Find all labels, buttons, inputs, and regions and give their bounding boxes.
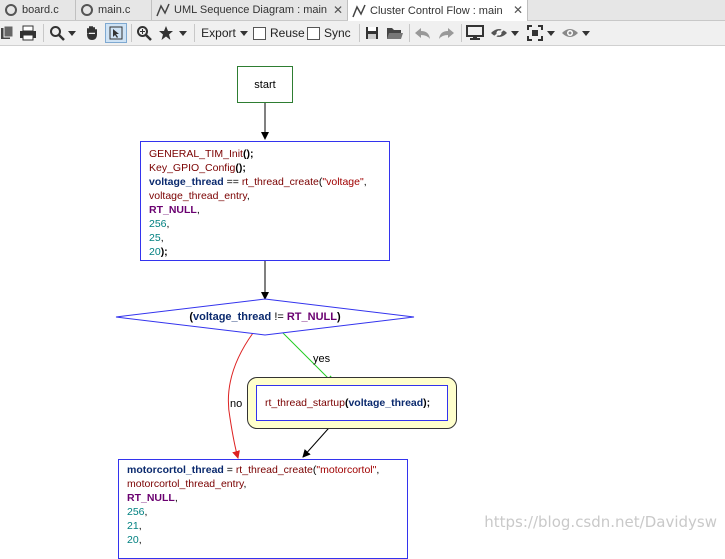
init-block[interactable]: GENERAL_TIM_Init(); Key_GPIO_Config(); v… xyxy=(140,141,390,261)
code-line: motorcortol_thread = rt_thread_create("m… xyxy=(127,464,380,476)
c-file-icon xyxy=(80,3,94,17)
hand-pan-icon[interactable] xyxy=(82,23,102,43)
tab-label: board.c xyxy=(22,4,59,16)
code-line: voltage_thread_entry, xyxy=(149,190,250,202)
hide-icon[interactable] xyxy=(489,23,509,43)
chevron-down-icon[interactable] xyxy=(177,23,189,43)
star-icon[interactable] xyxy=(157,23,175,43)
undo-icon[interactable] xyxy=(413,23,433,43)
startup-statement: rt_thread_startup(voltage_thread); xyxy=(256,385,448,421)
c-file-icon xyxy=(4,3,18,17)
chevron-down-icon[interactable] xyxy=(545,23,557,43)
tab-label: main.c xyxy=(98,4,131,16)
view-eye-icon[interactable] xyxy=(560,23,580,43)
fit-view-icon[interactable] xyxy=(525,23,545,43)
code-line: voltage_thread == rt_thread_create("volt… xyxy=(149,176,367,188)
toolbar-separator xyxy=(131,24,132,42)
flow-diagram-canvas[interactable]: start GENERAL_TIM_Init(); Key_GPIO_Confi… xyxy=(0,46,725,559)
tab-label: Cluster Control Flow : main xyxy=(370,4,503,17)
checkbox-box[interactable] xyxy=(253,26,266,40)
sync-label: Sync xyxy=(324,26,351,40)
close-tab-icon[interactable]: ✕ xyxy=(333,3,343,17)
startup-block[interactable]: rt_thread_startup(voltage_thread); xyxy=(247,377,457,429)
tab-board-c[interactable]: board.c xyxy=(0,0,76,20)
copy-icon[interactable] xyxy=(0,23,14,43)
chevron-down-icon[interactable] xyxy=(580,23,592,43)
code-line: 256, xyxy=(149,218,170,230)
reuse-checkbox[interactable]: Reuse xyxy=(253,23,305,43)
start-node[interactable]: start xyxy=(237,66,293,103)
code-line: 20, xyxy=(127,534,142,546)
no-edge-label: no xyxy=(230,398,243,410)
toolbar-separator xyxy=(461,24,462,42)
checkbox-box[interactable] xyxy=(307,26,320,40)
zoom-icon[interactable] xyxy=(135,23,153,43)
save-icon[interactable] xyxy=(363,23,381,43)
code-line: RT_NULL, xyxy=(149,204,200,216)
reuse-label: Reuse xyxy=(270,26,305,40)
sync-checkbox[interactable]: Sync xyxy=(307,23,355,43)
yes-edge-label: yes xyxy=(313,353,331,365)
code-line: motorcortol_thread_entry, xyxy=(127,478,247,490)
code-line: 20); xyxy=(149,246,168,258)
tab-uml-sequence-diagram[interactable]: UML Sequence Diagram : main ✕ xyxy=(152,0,348,20)
decision-condition: (voltage_thread != RT_NULL) xyxy=(189,311,341,323)
tab-main-c[interactable]: main.c xyxy=(76,0,152,20)
export-label: Export xyxy=(201,26,236,40)
diagram-toolbar: Export Reuse Sync xyxy=(0,21,725,46)
chevron-down-icon[interactable] xyxy=(509,23,521,43)
select-tool-icon[interactable] xyxy=(105,23,127,43)
toolbar-separator xyxy=(194,24,195,42)
toolbar-separator xyxy=(43,24,44,42)
open-folder-icon[interactable] xyxy=(385,23,405,43)
tab-cluster-control-flow[interactable]: Cluster Control Flow : main ✕ xyxy=(348,0,528,21)
code-line: RT_NULL, xyxy=(127,492,178,504)
start-label: start xyxy=(254,78,276,91)
watermark: https://blog.csdn.net/Davidysw xyxy=(484,513,717,531)
chevron-down-icon[interactable] xyxy=(66,23,78,43)
code-line: 25, xyxy=(149,232,164,244)
code-line: Key_GPIO_Config(); xyxy=(149,162,246,174)
close-tab-icon[interactable]: ✕ xyxy=(513,3,523,17)
diagram-icon xyxy=(352,4,366,18)
search-icon[interactable] xyxy=(48,23,66,43)
toolbar-separator xyxy=(409,24,410,42)
export-menu[interactable]: Export xyxy=(200,23,250,43)
code-line: 256, xyxy=(127,506,148,518)
redo-icon[interactable] xyxy=(436,23,456,43)
tab-label: UML Sequence Diagram : main xyxy=(174,4,328,16)
monitor-icon[interactable] xyxy=(465,23,485,43)
code-line: 21, xyxy=(127,520,142,532)
toolbar-separator xyxy=(359,24,360,42)
code-line: GENERAL_TIM_Init(); xyxy=(149,148,254,160)
editor-tab-bar: board.c main.c UML Sequence Diagram : ma… xyxy=(0,0,725,21)
motor-thread-block[interactable]: motorcortol_thread = rt_thread_create("m… xyxy=(118,459,408,559)
print-icon[interactable] xyxy=(18,23,38,43)
chevron-down-icon xyxy=(239,31,248,36)
diagram-icon xyxy=(156,3,170,17)
